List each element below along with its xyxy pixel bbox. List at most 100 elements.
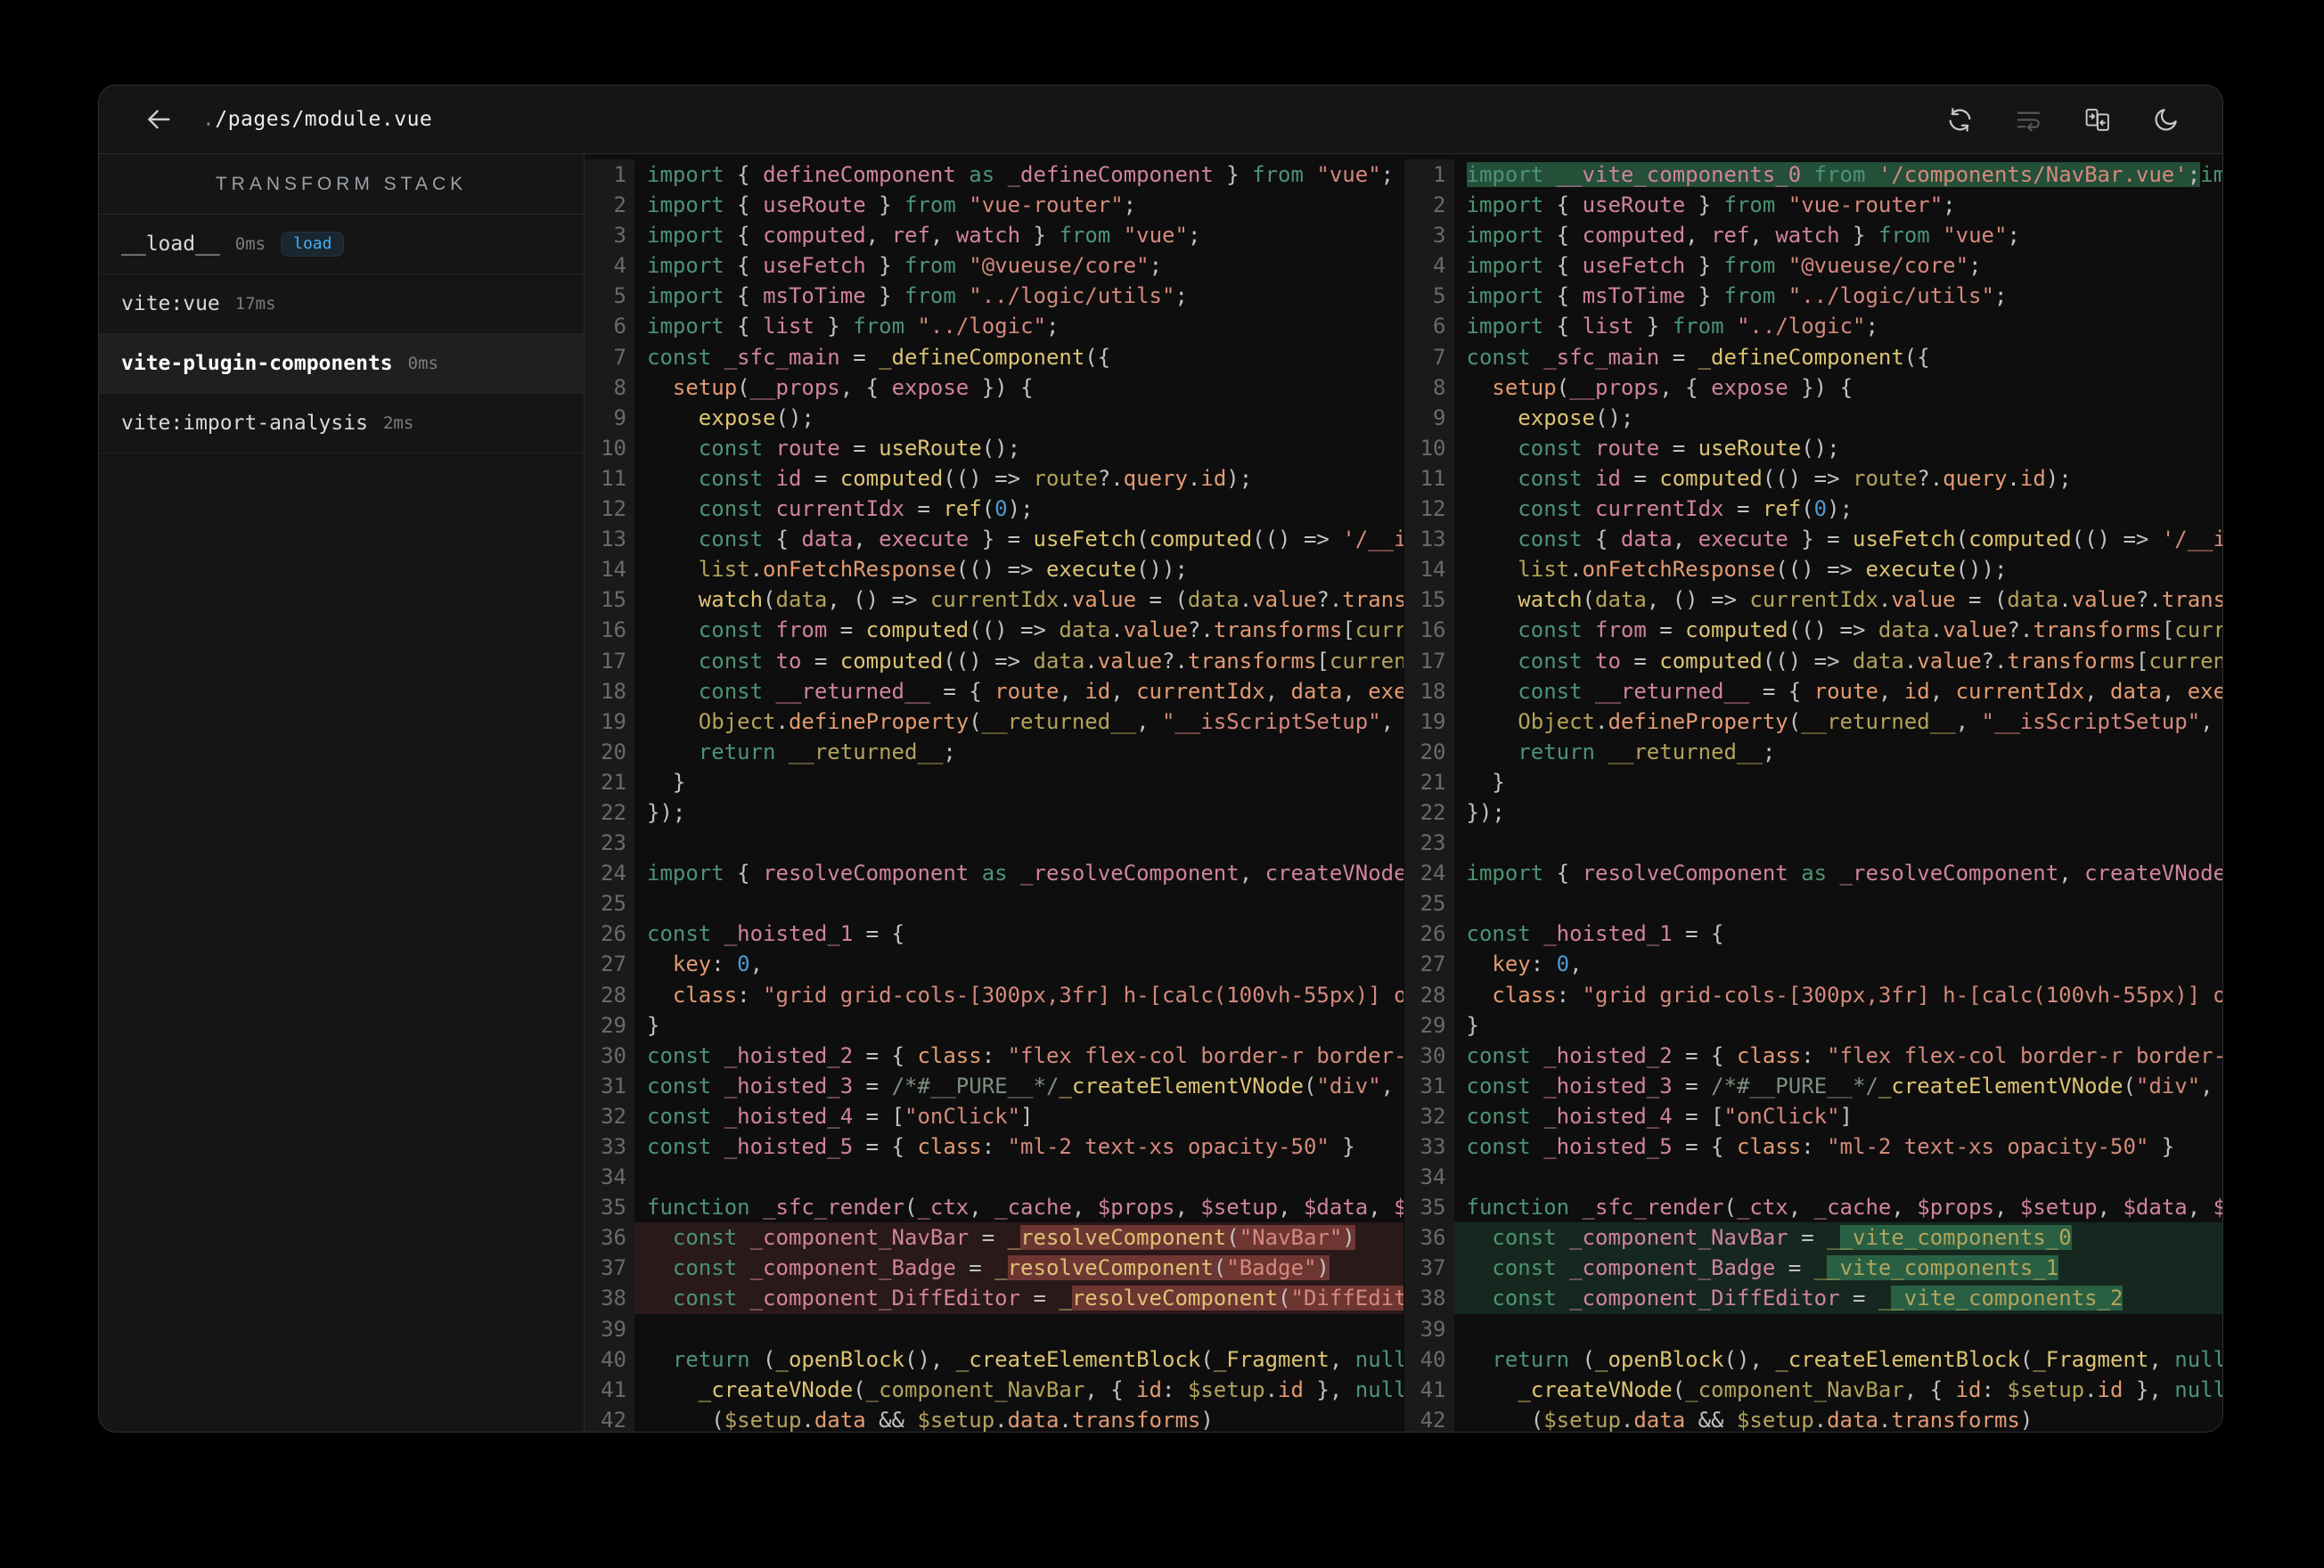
sidebar-item-vite-import-analysis[interactable]: vite:import-analysis 2ms [99, 394, 584, 453]
code-token: = [1788, 1225, 1828, 1251]
code-token: ; [1968, 253, 1982, 279]
code-token: data [1633, 1407, 1686, 1432]
sidebar-item--load-[interactable]: __load__ 0ms load [99, 215, 584, 274]
code-token: from [1813, 162, 1866, 187]
line-number: 37 [601, 1255, 626, 1281]
line-number: 20 [601, 739, 626, 764]
code-panel-right[interactable]: 1 2 3 4 5 6 7 8 9 10 11 12 13 14 15 16 17 18 19 20 21 22 23 24 2… [1403, 154, 2223, 1432]
code-token: from [1595, 617, 1647, 643]
code-line: return __returned__; [634, 737, 1403, 767]
diff-view-button[interactable] [2083, 106, 2111, 134]
code-token: ( [1582, 587, 1595, 613]
code-token: currentIdx [2174, 617, 2222, 643]
code-token: = [1659, 344, 1698, 370]
code-token: id [1084, 678, 1111, 704]
code-token: __props [1569, 374, 1660, 400]
code-token: } [1329, 1134, 1355, 1159]
code-token: _resolveComponent [1020, 861, 1240, 886]
line-number: 37 [1420, 1255, 1446, 1281]
code-token: computed [1659, 648, 1763, 674]
code-line: list.onFetchResponse(() => execute()); [1454, 554, 2223, 584]
code-token: "../logic/utils" [1788, 283, 1994, 309]
code-line: list.onFetchResponse(() => execute()); [634, 554, 1403, 584]
sidebar-item-vite-plugin-components[interactable]: vite-plugin-components 0ms [99, 334, 584, 394]
line-number: 21 [601, 769, 626, 795]
code-line: return (_openBlock(), _createElementBloc… [634, 1344, 1403, 1375]
code-token: ) [2019, 1407, 2034, 1432]
line-wrap-button[interactable] [2015, 106, 2042, 134]
code-token: import [647, 192, 724, 218]
code-line: import { computed, ref, watch } from "vu… [1454, 220, 2223, 250]
code-token: value [1071, 587, 1137, 613]
code-line: import { list } from "../logic"; [1454, 311, 2223, 341]
code-line: watch(data, () => currentIdx.value = (da… [1454, 584, 2222, 615]
sidebar-item-vite-vue[interactable]: vite:vue 17ms [99, 274, 584, 334]
code-token: transforms [1342, 587, 1403, 613]
code-token: from [904, 283, 956, 309]
code-token: (() => [1788, 617, 1878, 643]
code-token: const [1518, 496, 1583, 522]
code-token: , [853, 527, 880, 552]
code-token: ( [1672, 1376, 1686, 1402]
code-token: (); [1801, 435, 1840, 461]
code-token: } [1839, 223, 1878, 249]
code-token: ) [1316, 1255, 1330, 1281]
code-token: useFetch [763, 253, 866, 279]
code-token: import [647, 253, 724, 279]
code-token [1865, 162, 1878, 187]
back-button[interactable] [143, 104, 174, 135]
code-token: const [647, 1103, 712, 1129]
code-token: } [1685, 192, 1724, 218]
refresh-button[interactable] [1946, 106, 1974, 134]
code-token: data [1290, 678, 1343, 704]
code-line: import { useFetch } from "@vueuse/core"; [1454, 250, 2223, 281]
code-token: '/components/NavBar.vue' [1878, 162, 2188, 187]
dark-mode-button[interactable] [2152, 106, 2180, 134]
code-token: route [994, 678, 1060, 704]
code-token: ; [1149, 253, 1163, 279]
code-token: return [1518, 739, 1595, 764]
line-number: 11 [1420, 465, 1446, 491]
code-token: id [1955, 1376, 1982, 1402]
code-token: resolveComponent [1071, 1286, 1279, 1311]
code-token: const [1466, 1103, 1531, 1129]
code-token: 0 [994, 496, 1008, 522]
code-token: . [1264, 1376, 1279, 1402]
code-token: route [775, 435, 840, 461]
code-token: = ( [1136, 587, 1188, 613]
code-token: "grid grid-cols-[300px,3fr] h-[calc(100v… [763, 982, 1403, 1008]
code-line: const _hoisted_4 = ["onClick"] [634, 1101, 1403, 1131]
code-panel-left[interactable]: 1 2 3 4 5 6 7 8 9 10 11 12 13 14 15 16 17 18 19 20 21 22 23 24 2… [585, 154, 1403, 1432]
code-token: as [955, 162, 1008, 187]
file-path-title: ./pages/module.vue [202, 108, 432, 131]
plugin-name: vite-plugin-components [121, 352, 393, 375]
line-number: 8 [613, 374, 626, 400]
code-token: , [1174, 1195, 1201, 1221]
code-token: '/__inspect_api/module?id=' [1342, 527, 1403, 552]
code-token: . [1813, 1407, 1828, 1432]
code-line: const _component_NavBar = _resolveCompon… [634, 1222, 1403, 1254]
code-token: 0 [1813, 496, 1828, 522]
code-line: import { defineComponent as _defineCompo… [634, 159, 1403, 190]
code-line: key: 0, [634, 949, 1403, 979]
code-line: import { useRoute } from "vue-router"; [634, 190, 1403, 220]
code-line: import { resolveComponent as _resolveCom… [1454, 858, 2223, 888]
code-token: , [1891, 1195, 1918, 1221]
code-token: ?. [2135, 587, 2162, 613]
code-token: id [1278, 1376, 1304, 1402]
code-token: $setup [724, 1407, 802, 1432]
code-token: _sfc_main [724, 344, 840, 370]
code-token: , { [1659, 374, 1712, 400]
line-number: 34 [1420, 1164, 1446, 1190]
line-number: 8 [1433, 374, 1446, 400]
line-number: 15 [601, 587, 626, 613]
code-token: } = [1788, 527, 1853, 552]
code-token: _hoisted_3 [1543, 1073, 1673, 1098]
code-token: }) { [1788, 374, 1853, 400]
